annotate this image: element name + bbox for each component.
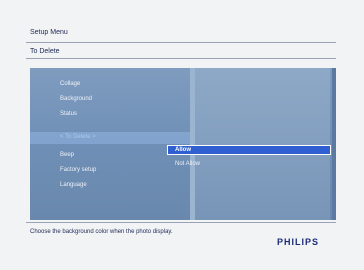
menu-item-background[interactable]: Background: [60, 96, 92, 102]
page-title: Setup Menu: [30, 29, 68, 36]
breadcrumb-divider: [26, 58, 336, 59]
submenu-panel: [195, 68, 330, 220]
help-text: Choose the background color when the pho…: [30, 229, 173, 235]
option-allow[interactable]: Allow: [175, 147, 191, 153]
menu-item-factory-setup[interactable]: Factory setup: [60, 167, 96, 173]
menu-item-beep[interactable]: Beep: [60, 152, 74, 158]
menu-item-collage[interactable]: Collage: [60, 81, 80, 87]
title-divider: [26, 42, 336, 43]
breadcrumb: To Delete: [30, 48, 60, 55]
selected-menu-highlight: [30, 132, 190, 144]
footer-divider: [26, 222, 336, 223]
setup-menu-screen: Setup Menu To Delete Collage Background …: [0, 0, 364, 270]
option-not-allow[interactable]: Not Allow: [175, 161, 200, 167]
panel-divider: [190, 68, 195, 220]
panel-edge: [332, 68, 336, 220]
brand-logo: PHILIPS: [277, 237, 320, 247]
menu-item-language[interactable]: Language: [60, 182, 87, 188]
submenu-selection-bar: [167, 145, 331, 155]
menu-panel: Collage Background Status < To Delete > …: [30, 68, 336, 220]
menu-item-status[interactable]: Status: [60, 111, 77, 117]
menu-item-to-delete[interactable]: < To Delete >: [60, 134, 96, 140]
